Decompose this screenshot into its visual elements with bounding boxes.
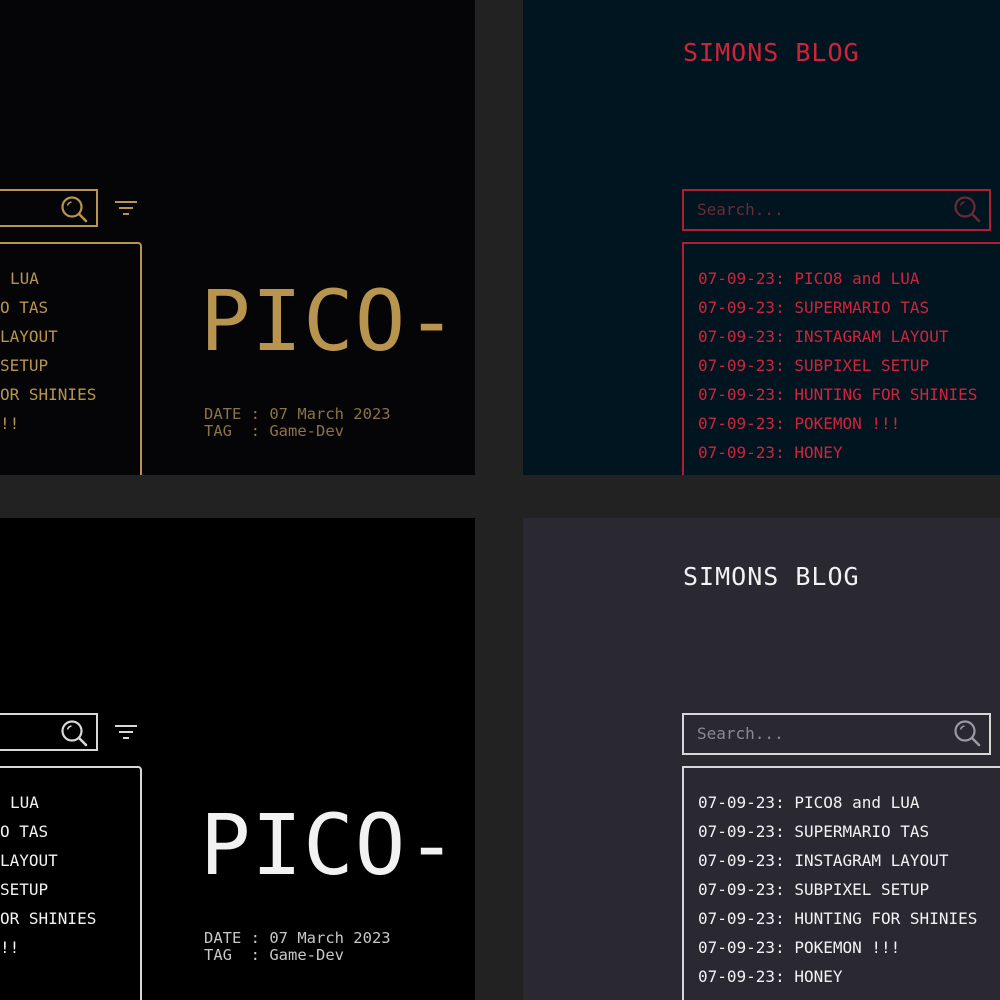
search-input[interactable]: Search... xyxy=(682,713,991,755)
list-item[interactable]: 07-09-23: INSTAGRAM LAYOUT xyxy=(698,327,948,346)
article-title: PICO- xyxy=(200,272,458,370)
list-item[interactable]: LUA xyxy=(10,269,39,288)
search-icon[interactable] xyxy=(60,195,88,223)
list-item[interactable]: 07-09-23: POKEMON !!! xyxy=(698,414,900,433)
crimson-theme-panel: SIMONS BLOG Search... 07-09-23: PICO8 an… xyxy=(523,0,1000,475)
list-item[interactable]: 07-09-23: POKEMON !!! xyxy=(698,938,900,957)
list-item[interactable]: 07-09-23: PICO8 and LUA xyxy=(698,269,920,288)
list-item[interactable]: SETUP xyxy=(0,880,48,899)
list-item[interactable]: 07-09-23: HUNTING FOR SHINIES xyxy=(698,385,977,404)
search-placeholder: Search... xyxy=(697,200,784,219)
list-item[interactable]: O TAS xyxy=(0,298,48,317)
search-input[interactable] xyxy=(0,713,98,751)
list-item[interactable]: 07-09-23: SUPERMARIO TAS xyxy=(698,298,929,317)
list-item[interactable]: SETUP xyxy=(0,356,48,375)
filter-icon[interactable] xyxy=(114,724,138,740)
list-item[interactable]: LAYOUT xyxy=(0,327,58,346)
list-item[interactable]: LAYOUT xyxy=(0,851,58,870)
blog-title[interactable]: SIMONS BLOG xyxy=(683,38,860,67)
article-tag: TAG : Game-Dev xyxy=(204,422,344,440)
list-item[interactable]: LUA xyxy=(10,793,39,812)
article-tag: TAG : Game-Dev xyxy=(204,946,344,964)
list-item[interactable]: 07-09-23: SUBPIXEL SETUP xyxy=(698,356,929,375)
post-list: LUA O TAS LAYOUT SETUP OR SHINIES !! xyxy=(0,242,142,475)
gold-theme-panel: LUA O TAS LAYOUT SETUP OR SHINIES !! PIC… xyxy=(0,0,475,475)
post-list: 07-09-23: PICO8 and LUA 07-09-23: SUPERM… xyxy=(682,242,1000,475)
list-item[interactable]: O TAS xyxy=(0,822,48,841)
list-item[interactable]: 07-09-23: HONEY xyxy=(698,967,843,986)
article-date: DATE : 07 March 2023 xyxy=(204,405,391,423)
search-input[interactable] xyxy=(0,189,98,227)
list-item[interactable]: OR SHINIES xyxy=(0,385,96,404)
list-item[interactable]: 07-09-23: SUPERMARIO TAS xyxy=(698,822,929,841)
post-list: LUA O TAS LAYOUT SETUP OR SHINIES !! xyxy=(0,766,142,1000)
list-item[interactable]: !! xyxy=(0,938,19,957)
search-icon[interactable] xyxy=(60,719,88,747)
article-title: PICO- xyxy=(200,796,458,894)
list-item[interactable]: 07-09-23: SUBPIXEL SETUP xyxy=(698,880,929,899)
mono-dark-theme-panel: LUA O TAS LAYOUT SETUP OR SHINIES !! PIC… xyxy=(0,518,475,1000)
list-item[interactable]: OR SHINIES xyxy=(0,909,96,928)
search-placeholder: Search... xyxy=(697,724,784,743)
post-list: 07-09-23: PICO8 and LUA 07-09-23: SUPERM… xyxy=(682,766,1000,1000)
article-date: DATE : 07 March 2023 xyxy=(204,929,391,947)
filter-icon[interactable] xyxy=(114,200,138,216)
mono-gray-theme-panel: SIMONS BLOG Search... 07-09-23: PICO8 an… xyxy=(523,518,1000,1000)
list-item[interactable]: 07-09-23: HONEY xyxy=(698,443,843,462)
list-item[interactable]: 07-09-23: INSTAGRAM LAYOUT xyxy=(698,851,948,870)
list-item[interactable]: 07-09-23: HUNTING FOR SHINIES xyxy=(698,909,977,928)
search-input[interactable]: Search... xyxy=(682,189,991,231)
search-icon[interactable] xyxy=(953,719,981,747)
blog-title[interactable]: SIMONS BLOG xyxy=(683,562,860,591)
list-item[interactable]: 07-09-23: PICO8 and LUA xyxy=(698,793,920,812)
list-item[interactable]: !! xyxy=(0,414,19,433)
search-icon[interactable] xyxy=(953,195,981,223)
